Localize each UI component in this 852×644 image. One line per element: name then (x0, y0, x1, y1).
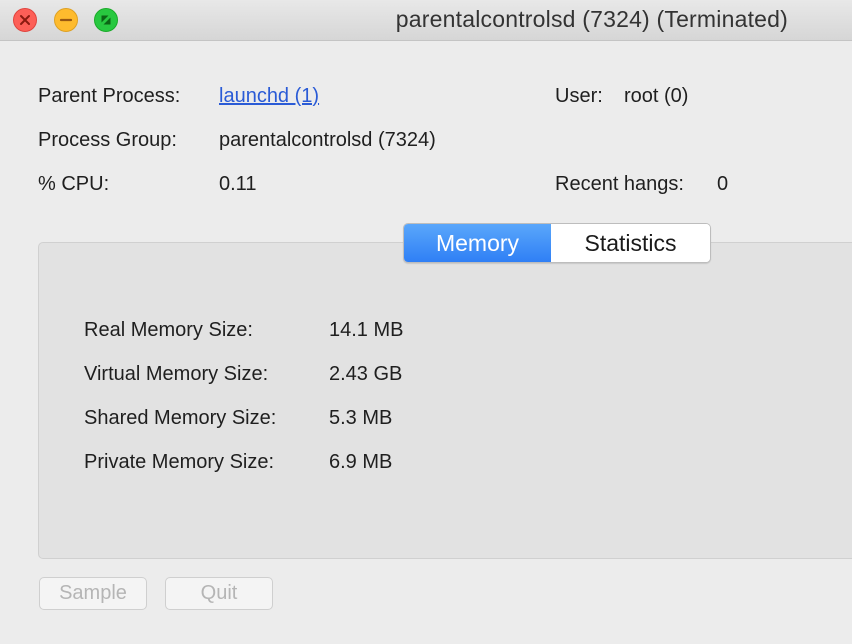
virtual-memory-label: Virtual Memory Size: (84, 363, 269, 385)
parent-process-label: Parent Process: (38, 85, 181, 107)
real-memory-label: Real Memory Size: (84, 319, 253, 341)
window-title: parentalcontrolsd (7324) (Terminated) (395, 6, 788, 32)
process-group-value: parentalcontrolsd (7324) (219, 129, 436, 151)
quit-button[interactable]: Quit (165, 577, 273, 610)
recent-hangs-value: 0 (717, 173, 729, 195)
process-info-window: parentalcontrolsd (7324) (Terminated) Pa… (0, 0, 852, 644)
user-label: User: (555, 85, 603, 107)
tab-statistics[interactable]: Statistics (551, 224, 710, 262)
real-memory-value: 14.1 MB (329, 319, 404, 341)
private-memory-label: Private Memory Size: (84, 451, 275, 473)
sample-button[interactable]: Sample (39, 577, 147, 610)
parent-process-link[interactable]: launchd (1) (219, 85, 319, 108)
process-group-label: Process Group: (38, 129, 177, 151)
shared-memory-label: Shared Memory Size: (84, 407, 277, 429)
memory-panel (38, 242, 852, 559)
recent-hangs-label: Recent hangs: (555, 173, 684, 195)
cpu-value: 0.11 (219, 173, 257, 195)
virtual-memory-value: 2.43 GB (329, 363, 403, 385)
private-memory-value: 6.9 MB (329, 451, 393, 473)
shared-memory-value: 5.3 MB (329, 407, 393, 429)
tab-selector: Memory Statistics (403, 223, 711, 263)
title-bar[interactable]: parentalcontrolsd (7324) (Terminated) (0, 0, 852, 41)
tab-memory[interactable]: Memory (404, 224, 551, 262)
user-value: root (0) (624, 85, 689, 107)
cpu-label: % CPU: (38, 173, 110, 195)
